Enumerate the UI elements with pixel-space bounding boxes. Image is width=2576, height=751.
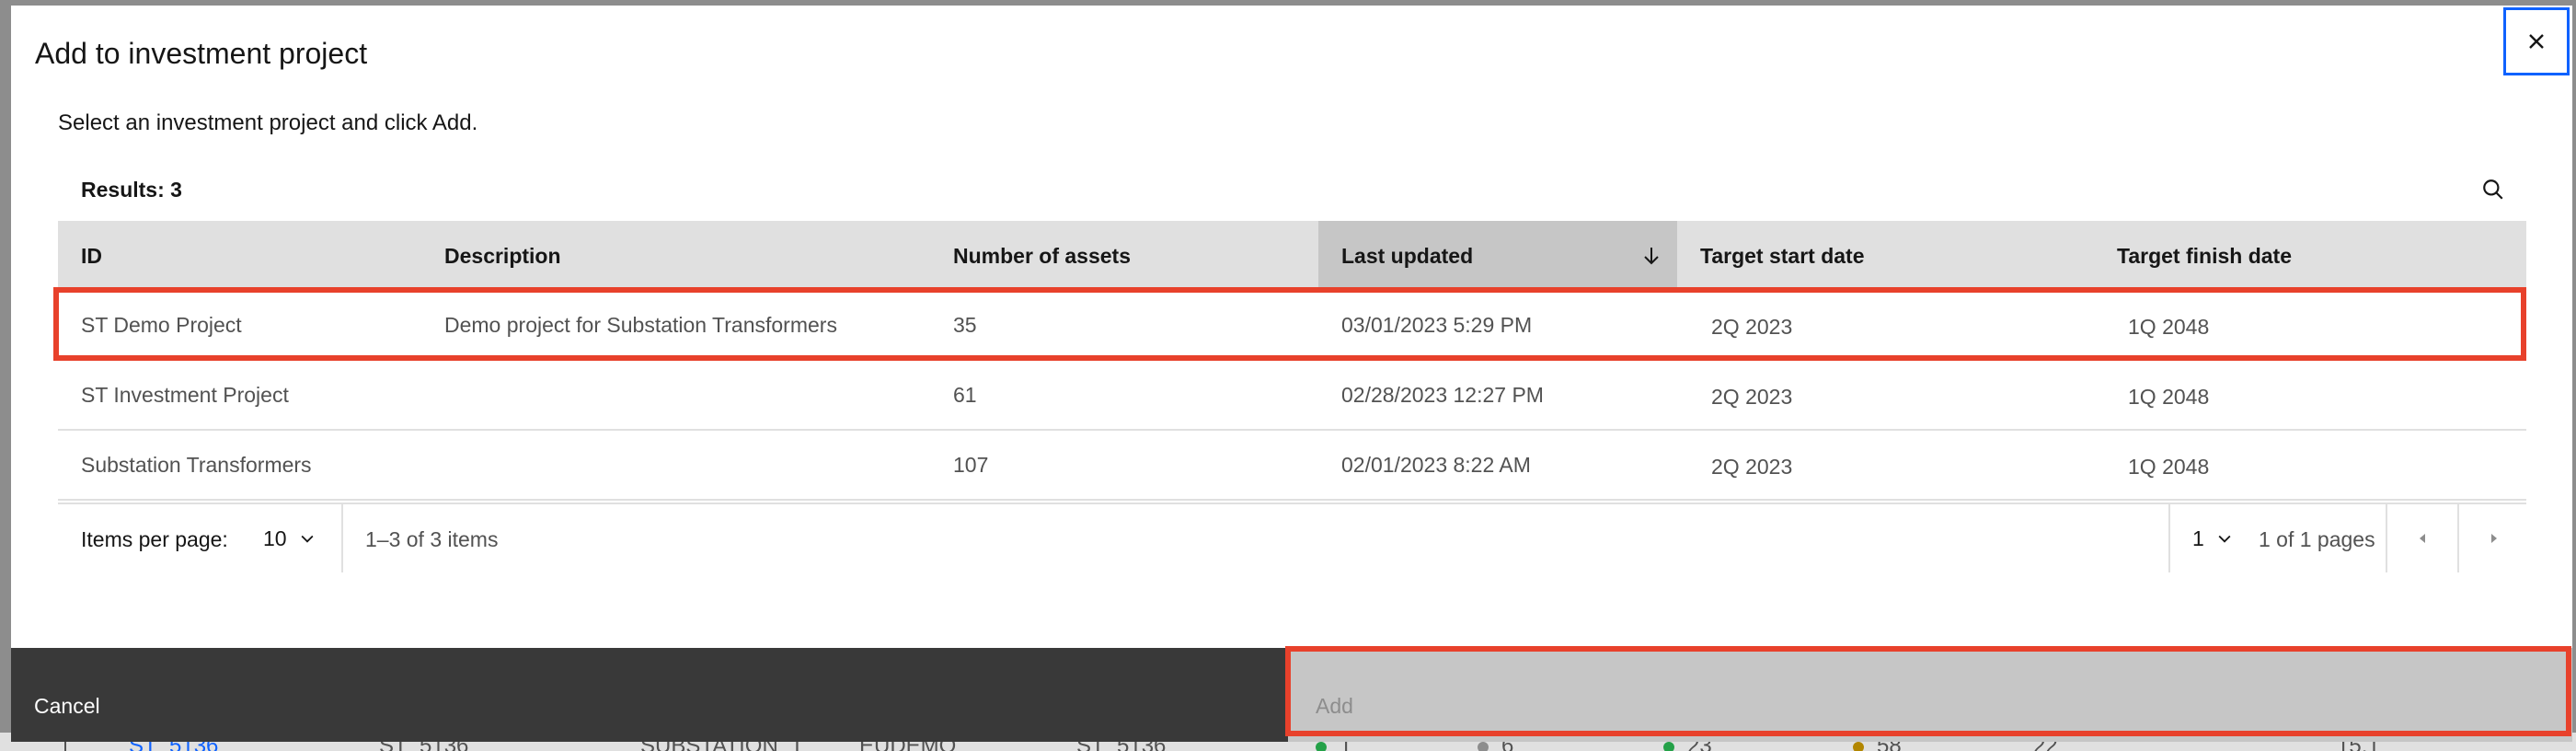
- table-row[interactable]: ST Investment Project 61 02/28/2023 12:2…: [58, 361, 2526, 431]
- column-header-target-finish[interactable]: Target finish date: [2094, 221, 2526, 291]
- cell-last-updated: 03/01/2023 5:29 PM: [1341, 312, 1533, 337]
- table-row[interactable]: Substation Transformers 107 02/01/2023 8…: [58, 431, 2526, 501]
- cancel-button[interactable]: Cancel: [11, 648, 1288, 742]
- next-page-button[interactable]: [2459, 504, 2529, 572]
- table-pagination: Items per page: 10 1–3 of 3 items 1 1 of…: [58, 503, 2526, 572]
- caret-left-icon: [2420, 534, 2425, 543]
- cell-description: [421, 361, 444, 429]
- previous-page-button[interactable]: [2387, 504, 2457, 572]
- column-header-target-start[interactable]: Target start date: [1677, 221, 2094, 291]
- table-row[interactable]: ST Demo Project Demo project for Substat…: [58, 291, 2526, 361]
- cell-description: Demo project for Substation Transformers: [444, 312, 837, 337]
- column-header-label: Last updated: [1341, 243, 1474, 268]
- chevron-down-icon: [301, 535, 314, 543]
- add-to-investment-modal: Add to investment project Select an inve…: [11, 6, 2572, 742]
- pagination-divider: [2168, 504, 2170, 572]
- cell-target-finish: 1Q 2048: [2128, 315, 2210, 339]
- cell-target-finish: 1Q 2048: [2128, 385, 2210, 409]
- modal-footer: Cancel Add: [11, 648, 2572, 742]
- page-select-value: 1: [2192, 526, 2204, 550]
- status-dot-icon: [1853, 741, 1864, 751]
- cell-id: ST Investment Project: [81, 382, 289, 407]
- items-per-page-value: 10: [263, 526, 287, 550]
- column-header-label: ID: [81, 243, 102, 268]
- page-select[interactable]: 1: [2192, 515, 2234, 561]
- search-button[interactable]: [2475, 171, 2512, 208]
- column-header-last-updated[interactable]: Last updated: [1318, 221, 1677, 291]
- column-header-label: Description: [444, 243, 561, 268]
- cell-assets: 35: [953, 312, 977, 337]
- items-per-page-select[interactable]: 10: [263, 515, 316, 561]
- caret-right-icon: [2491, 534, 2497, 543]
- cell-assets: 107: [953, 452, 989, 477]
- modal-title: Add to investment project: [35, 37, 368, 70]
- cell-last-updated: 02/01/2023 8:22 AM: [1341, 452, 1531, 477]
- results-count: Results: 3: [81, 178, 182, 202]
- cell-description: [421, 431, 444, 499]
- column-header-label: Number of assets: [953, 243, 1132, 268]
- items-range-text: 1–3 of 3 items: [365, 527, 499, 551]
- cell-id: ST Demo Project: [81, 312, 242, 337]
- table-header: ID Description Number of assets Last upd…: [58, 221, 2526, 291]
- cell-target-start: 2Q 2023: [1711, 385, 1793, 409]
- projects-table: ID Description Number of assets Last upd…: [58, 221, 2526, 501]
- arrow-down-icon: [1644, 248, 1659, 265]
- status-dot-icon: [1316, 741, 1327, 751]
- close-button[interactable]: [2503, 7, 2570, 75]
- cell-assets: 61: [953, 382, 977, 407]
- pages-text: 1 of 1 pages: [2259, 527, 2375, 551]
- cell-target-start: 2Q 2023: [1711, 315, 1793, 339]
- add-button[interactable]: Add: [1288, 648, 2572, 742]
- column-header-assets[interactable]: Number of assets: [930, 221, 1318, 291]
- chevron-down-icon: [2218, 535, 2231, 543]
- status-dot-icon: [1478, 741, 1489, 751]
- close-icon: [2529, 34, 2544, 49]
- table-toolbar: Results: 3: [58, 160, 2526, 219]
- pagination-divider: [341, 504, 343, 572]
- search-icon: [2483, 179, 2503, 200]
- column-header-id[interactable]: ID: [58, 221, 421, 291]
- status-dot-icon: [1663, 741, 1674, 751]
- items-per-page-label: Items per page:: [81, 527, 228, 551]
- modal-instructions: Select an investment project and click A…: [58, 110, 478, 135]
- cell-target-finish: 1Q 2048: [2128, 455, 2210, 479]
- cell-last-updated: 02/28/2023 12:27 PM: [1341, 382, 1544, 407]
- cell-target-start: 2Q 2023: [1711, 455, 1793, 479]
- column-header-description[interactable]: Description: [421, 221, 930, 291]
- column-header-label: Target start date: [1700, 243, 1865, 268]
- cell-id: Substation Transformers: [81, 452, 312, 477]
- column-header-label: Target finish date: [2117, 243, 2292, 268]
